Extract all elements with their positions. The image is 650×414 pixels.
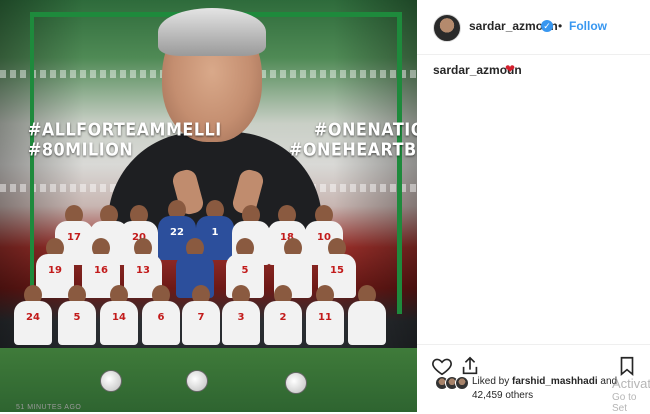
coach-hair — [158, 8, 266, 56]
liked-by-prefix: Liked by — [472, 376, 510, 387]
liker-avatar[interactable] — [455, 376, 469, 390]
hashtag-allforteammelli: #ALLFORTEAMMELLI — [28, 119, 222, 140]
jersey-number: 5 — [58, 301, 96, 345]
os-activation-watermark-sub: Go to Set — [612, 392, 637, 414]
jersey-number: 11 — [306, 301, 344, 345]
hashtag-oneheartbeat: #ONEHEARTBEAT — [289, 139, 417, 160]
jersey-number: 14 — [100, 301, 138, 345]
player: 2 — [264, 285, 302, 345]
likes-count[interactable]: 42,459 others — [472, 390, 533, 401]
football — [186, 370, 208, 392]
verified-badge-icon: ✓ — [541, 20, 553, 32]
hashtag-onenation: #ONENATION — [314, 119, 417, 140]
post-sidebar: sardar_azmoun ✓ • Follow sardar_azmoun ❤… — [417, 0, 650, 412]
player — [348, 285, 386, 345]
os-activation-watermark: Activat — [612, 376, 650, 391]
separator-dot: • — [558, 19, 563, 33]
jersey-number: 24 — [14, 301, 52, 345]
player: 5 — [58, 285, 96, 345]
liked-by-text: Liked by farshid_mashhadi and — [472, 376, 617, 387]
player: 11 — [306, 285, 344, 345]
player: 6 — [142, 285, 180, 345]
football — [285, 372, 307, 394]
post-image[interactable]: #ALLFORTEAMMELLI #80MILION #ONENATION #O… — [0, 0, 417, 412]
jersey-number: 3 — [222, 301, 260, 345]
player: 14 — [100, 285, 138, 345]
player: 3 — [222, 285, 260, 345]
post-timestamp: 51 MINUTES AGO — [16, 404, 82, 411]
hashtag-80milion: #80MILION — [28, 139, 134, 160]
follow-button[interactable]: Follow — [569, 19, 607, 33]
jersey-number: 2 — [264, 301, 302, 345]
player: 24 — [14, 285, 52, 345]
avatar[interactable] — [433, 14, 461, 42]
caption-heart-emoji: ❤ — [505, 62, 516, 76]
football-pitch — [0, 348, 417, 412]
football — [100, 370, 122, 392]
heart-outline-icon[interactable] — [431, 355, 453, 377]
share-icon[interactable] — [459, 355, 481, 377]
post-header: sardar_azmoun ✓ • Follow — [417, 0, 650, 55]
bookmark-icon[interactable] — [616, 355, 638, 377]
jersey-number: 6 — [142, 301, 180, 345]
jersey-number: 7 — [182, 301, 220, 345]
player: 7 — [182, 285, 220, 345]
liked-by-user[interactable]: farshid_mashhadi — [512, 376, 598, 387]
